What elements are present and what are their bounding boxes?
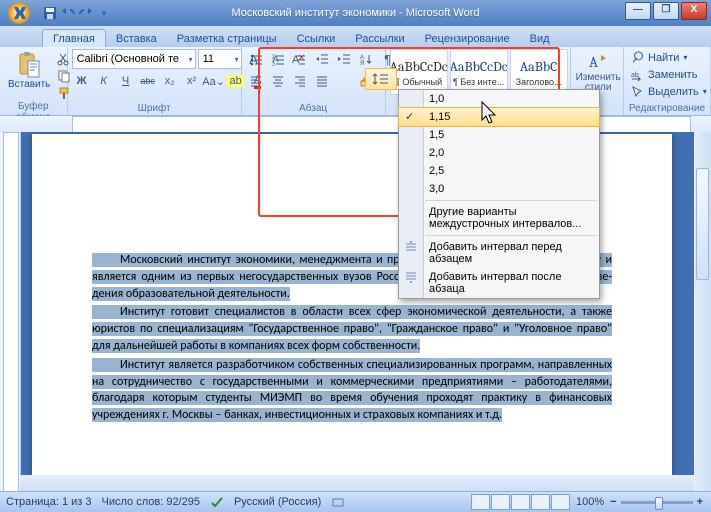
horizontal-scrollbar[interactable] (20, 475, 694, 492)
line-spacing-option-1_15[interactable]: ✓1,15 (398, 107, 600, 127)
tab-5[interactable]: Рецензирование (415, 30, 520, 47)
scrollbar-thumb[interactable] (696, 168, 709, 280)
line-spacing-option-1_5[interactable]: 1,5 (399, 126, 599, 144)
tab-2[interactable]: Разметка страницы (167, 30, 287, 47)
find-button[interactable]: Найти▾ (628, 49, 709, 66)
zoom-level[interactable]: 100% (576, 496, 604, 508)
font-name-combo[interactable]: Calibri (Основной те (72, 49, 196, 69)
group-font-label: Шрифт (72, 103, 237, 115)
status-words[interactable]: Число слов: 92/295 (102, 496, 200, 508)
status-language[interactable]: Русский (Россия) (234, 496, 321, 508)
line-spacing-option-2_0[interactable]: 2,0 (399, 144, 599, 162)
font-size-combo[interactable]: 11 (198, 49, 242, 69)
tab-0[interactable]: Главная (42, 29, 106, 47)
select-button[interactable]: Выделить▾ (628, 83, 709, 100)
underline-button[interactable]: Ч (116, 71, 136, 91)
tab-1[interactable]: Вставка (106, 30, 167, 47)
vertical-scrollbar[interactable] (694, 132, 711, 492)
zoom-slider[interactable] (621, 501, 693, 504)
ruler-vertical[interactable] (0, 132, 21, 492)
status-page[interactable]: Страница: 1 из 3 (6, 496, 92, 508)
view-full-screen[interactable] (491, 494, 510, 510)
view-outline[interactable] (531, 494, 550, 510)
justify-button[interactable] (312, 71, 332, 91)
sort-button[interactable]: AЯ (356, 49, 376, 69)
line-spacing-menu: 1,0✓1,151,52,02,53,0 Другие варианты меж… (398, 89, 600, 299)
doc-p3: Институт является разработчиком собствен… (92, 358, 612, 422)
ribbon-tabs: ГлавнаяВставкаРазметка страницыСсылкиРас… (0, 26, 711, 47)
group-paragraph-label: Абзац (246, 103, 381, 115)
qat-customize-icon[interactable]: ▾ (96, 5, 112, 21)
increase-indent-button[interactable] (334, 49, 354, 69)
qat-save-icon[interactable] (42, 5, 58, 21)
svg-text:ab: ab (631, 72, 639, 79)
ribbon: Вставить Буфер обмена Calibri (Основной … (0, 47, 711, 116)
numbering-button[interactable]: 123 (268, 49, 288, 69)
decrease-indent-button[interactable] (312, 49, 332, 69)
line-spacing-option-2_5[interactable]: 2,5 (399, 162, 599, 180)
align-left-button[interactable] (246, 71, 266, 91)
view-web-layout[interactable] (511, 494, 530, 510)
strike-button[interactable]: abc (138, 71, 158, 91)
doc-p2: Институт готовит специалистов в области … (92, 305, 612, 353)
replace-button[interactable]: abЗаменить (628, 66, 709, 83)
superscript-button[interactable]: x² (182, 71, 202, 91)
zoom-out-button[interactable]: − (610, 496, 616, 508)
line-spacing-option-3_0[interactable]: 3,0 (399, 180, 599, 198)
close-button[interactable]: X (681, 2, 707, 20)
svg-text:A: A (589, 53, 598, 71)
minimize-button[interactable]: — (625, 2, 651, 20)
maximize-button[interactable]: ❐ (653, 2, 679, 20)
subscript-button[interactable]: x₂ (160, 71, 180, 91)
add-space-before[interactable]: Добавить интервал перед абзацем (399, 238, 599, 268)
line-spacing-option-1_0[interactable]: 1,0 (399, 90, 599, 108)
view-print-layout[interactable] (471, 494, 490, 510)
align-right-button[interactable] (290, 71, 310, 91)
tab-6[interactable]: Вид (520, 30, 560, 47)
paste-label: Вставить (8, 79, 50, 90)
svg-text:Я: Я (360, 61, 364, 66)
status-overtype-icon[interactable] (331, 495, 345, 509)
group-editing-label: Редактирование (628, 103, 706, 115)
status-proofing-icon[interactable] (210, 495, 224, 509)
line-spacing-button-ghost (334, 71, 354, 91)
office-button[interactable] (0, 0, 38, 26)
multilevel-button[interactable] (290, 49, 310, 69)
bullets-button[interactable] (246, 49, 266, 69)
view-draft[interactable] (551, 494, 570, 510)
bold-button[interactable]: Ж (72, 71, 92, 91)
paste-button[interactable]: Вставить (4, 49, 54, 92)
line-spacing-more[interactable]: Другие варианты междустрочных интервалов… (399, 203, 599, 233)
change-case-button[interactable]: Aa⌄ (204, 71, 224, 91)
align-center-button[interactable] (268, 71, 288, 91)
tab-4[interactable]: Рассылки (345, 30, 414, 47)
qat-undo-icon[interactable] (60, 5, 76, 21)
status-bar: Страница: 1 из 3 Число слов: 92/295 Русс… (0, 491, 711, 512)
qat-redo-icon[interactable] (78, 5, 94, 21)
italic-button[interactable]: К (94, 71, 114, 91)
svg-text:3: 3 (272, 62, 275, 66)
zoom-in-button[interactable]: + (697, 496, 703, 508)
add-space-after[interactable]: Добавить интервал после абзаца (399, 268, 599, 298)
tab-3[interactable]: Ссылки (287, 30, 346, 47)
zoom-slider-thumb[interactable] (655, 497, 663, 510)
line-spacing-button[interactable] (365, 68, 397, 90)
